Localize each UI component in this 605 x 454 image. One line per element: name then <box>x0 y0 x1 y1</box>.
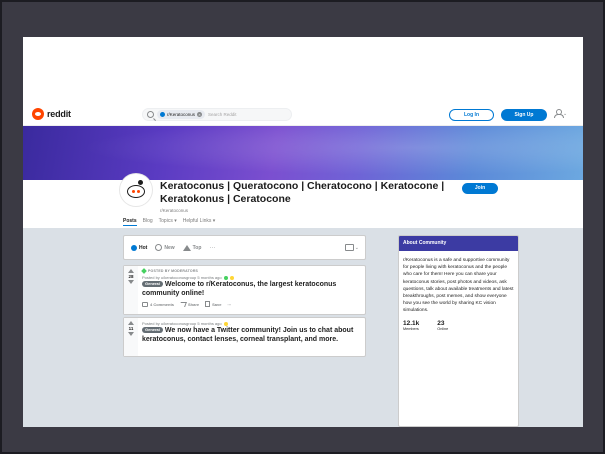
user-menu-button[interactable]: ⌄ <box>554 109 567 118</box>
post-body: POSTED BY MODERATORS Posted by u/keratoc… <box>141 268 360 307</box>
bookmark-icon <box>205 301 211 307</box>
community-subname: r/Keratoconus <box>160 208 189 213</box>
sort-top[interactable]: Top <box>182 244 202 251</box>
pinned-text: POSTED BY MODERATORS <box>148 269 199 273</box>
members-stat: 12.1k Members <box>403 320 419 331</box>
share-label: Share <box>188 301 200 307</box>
post-flair[interactable]: General <box>142 327 163 333</box>
about-heading: About Community <box>399 236 518 251</box>
about-description: r/Keratoconus is a safe and supportive c… <box>403 258 514 314</box>
post-title-text: We now have a Twitter community! Join us… <box>142 327 354 343</box>
online-label: Online <box>437 326 449 331</box>
members-label: Members <box>403 326 419 331</box>
community-stats: 12.1k Members 23 Online <box>399 315 518 331</box>
nav-helpful-links[interactable]: Helpful Links ▾ <box>183 218 216 226</box>
search-community-chip[interactable]: r/Keratoconus × <box>157 110 206 119</box>
flame-icon <box>131 244 137 251</box>
card-view-icon <box>344 244 354 251</box>
nav-posts[interactable]: Posts <box>123 218 137 226</box>
reddit-logo[interactable]: reddit <box>32 108 71 120</box>
login-button[interactable]: Log In <box>449 109 494 121</box>
post-meta: Posted by u/keratoconusgroup 5 months ag… <box>142 275 360 280</box>
share-icon <box>179 301 187 307</box>
comments-button[interactable]: 4 Comments <box>142 301 175 307</box>
sparkle-icon <box>155 244 163 251</box>
sort-new-label: New <box>164 244 175 251</box>
join-button[interactable]: Join <box>462 183 498 194</box>
logo-text: reddit <box>47 109 71 119</box>
online-count: 23 <box>437 319 445 327</box>
sort-hot[interactable]: Hot <box>131 244 148 251</box>
snoo-face-icon <box>127 185 145 198</box>
pin-icon <box>141 268 147 274</box>
post-score: 28 <box>128 274 134 279</box>
post-meta: Posted by u/keratoconusgroup 5 months ag… <box>142 321 360 326</box>
sort-top-label: Top <box>192 244 202 251</box>
search-chip-label: r/Keratoconus <box>167 112 196 117</box>
main-content: Hot New Top ··· ⌄ 28 POSTED BY MODERATOR… <box>23 228 583 427</box>
community-icon <box>160 112 165 117</box>
pinned-label: POSTED BY MODERATORS <box>141 268 360 274</box>
online-stat: 23 Online <box>437 320 448 331</box>
about-community-card: About Community r/Keratoconus is a safe … <box>398 235 519 427</box>
avatar-antenna <box>138 180 143 185</box>
nav-blog[interactable]: Blog <box>143 218 153 226</box>
members-count: 12.1k <box>403 319 420 327</box>
signup-button[interactable]: Sign Up <box>501 109 547 121</box>
post-card[interactable]: 11 Posted by u/keratoconusgroup 5 months… <box>123 317 366 357</box>
sort-new[interactable]: New <box>155 244 175 251</box>
post-actions: 4 Comments Share Save ··· <box>142 301 360 307</box>
reddit-snoo-icon <box>32 108 44 120</box>
view-toggle[interactable]: ⌄ <box>344 244 359 251</box>
sort-more-button[interactable]: ··· <box>209 245 215 251</box>
post-title[interactable]: General We now have a Twitter community! … <box>142 327 360 344</box>
post-card[interactable]: 28 POSTED BY MODERATORS Posted by u/kera… <box>123 265 366 315</box>
post-meta-text[interactable]: Posted by u/keratoconusgroup 5 months ag… <box>142 321 222 326</box>
community-banner <box>23 126 583 180</box>
clear-chip-icon[interactable]: × <box>197 112 203 117</box>
user-icon <box>554 109 564 118</box>
community-header: Keratoconus | Queratocono | Cheratocono … <box>23 174 583 228</box>
vote-column: 28 <box>124 266 138 314</box>
search-bar[interactable]: r/Keratoconus × Search Reddit <box>142 108 292 121</box>
save-label: Save <box>212 301 222 307</box>
share-button[interactable]: Share <box>179 301 200 307</box>
post-body: Posted by u/keratoconusgroup 5 months ag… <box>142 321 360 344</box>
downvote-icon[interactable] <box>128 332 134 336</box>
post-score: 11 <box>128 326 134 331</box>
post-title-text: Welcome to r/Keratoconus, the largest ke… <box>142 281 337 297</box>
community-title: Keratoconus | Queratocono | Cheratocono … <box>160 180 445 205</box>
upvote-icon[interactable] <box>128 321 134 325</box>
community-avatar <box>120 174 152 206</box>
post-flair[interactable]: General <box>142 281 163 287</box>
downvote-icon[interactable] <box>128 280 134 284</box>
vote-column: 11 <box>124 318 138 356</box>
community-nav: Posts Blog Topics ▾ Helpful Links ▾ <box>123 218 215 226</box>
search-icon <box>147 111 154 118</box>
sort-bar: Hot New Top ··· ⌄ <box>123 235 366 260</box>
comments-label: 4 Comments <box>150 301 175 307</box>
sort-hot-label: Hot <box>139 244 148 251</box>
search-input[interactable]: Search Reddit <box>208 112 237 117</box>
upvote-icon[interactable] <box>128 269 134 273</box>
post-title[interactable]: General Welcome to r/Keratoconus, the lar… <box>142 281 360 298</box>
browser-page: reddit r/Keratoconus × Search Reddit Log… <box>23 37 583 427</box>
chevron-down-icon: ⌄ <box>354 244 359 251</box>
award-icon <box>223 321 228 326</box>
nav-topics[interactable]: Topics ▾ <box>159 218 177 226</box>
save-button[interactable]: Save <box>205 301 221 307</box>
top-chart-icon <box>182 244 191 251</box>
comment-icon <box>142 301 148 307</box>
award-icon <box>223 275 228 280</box>
top-header: reddit r/Keratoconus × Search Reddit Log… <box>23 104 583 126</box>
post-more-button[interactable]: ··· <box>227 302 231 307</box>
award-icon <box>229 275 234 280</box>
post-meta-text[interactable]: Posted by u/keratoconusgroup 5 months ag… <box>142 275 222 280</box>
